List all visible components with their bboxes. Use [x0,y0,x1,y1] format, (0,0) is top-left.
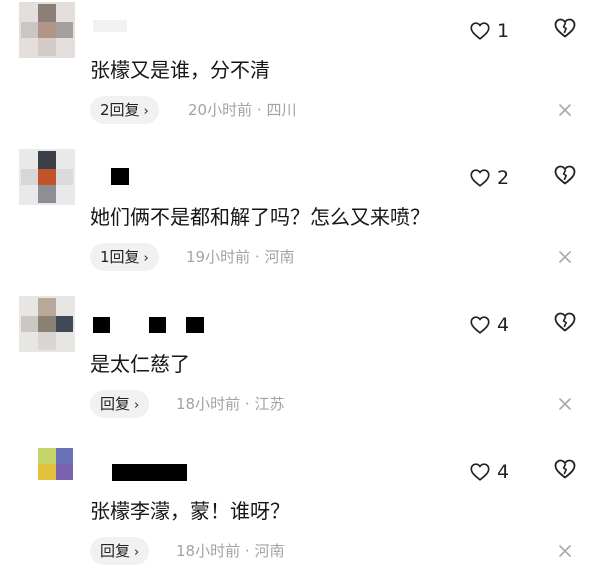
comment-item: 张檬李濛，蒙！谁呀？ 回复 › 18小时前 · 河南 4 [0,441,600,587]
like-button[interactable]: 4 [469,312,509,338]
reply-button[interactable]: 回复 › [90,537,150,565]
reply-button[interactable]: 1回复 › [90,243,159,271]
heart-outline-icon [470,169,490,187]
heart-outline-icon [470,463,490,481]
broken-heart-icon[interactable] [553,16,577,40]
comment-time: 20小时前 [188,101,253,119]
like-count: 1 [497,20,510,42]
chevron-right-icon: › [134,545,140,560]
username[interactable] [93,164,233,186]
reply-button[interactable]: 2回复 › [90,96,159,124]
like-count: 2 [497,167,510,189]
comment-time: 19小时前 [186,248,251,266]
like-button[interactable]: 2 [469,165,509,191]
avatar[interactable] [19,296,75,352]
comment-location: 河南 [264,248,295,266]
like-button[interactable]: 4 [469,459,509,485]
chevron-right-icon: › [134,398,140,413]
heart-outline-icon [470,316,490,334]
close-icon[interactable] [555,394,575,414]
comment-text: 是太仁慈了 [90,352,190,376]
avatar[interactable] [19,443,75,499]
like-count: 4 [497,314,510,336]
comment-time: 18小时前 [176,395,241,413]
broken-heart-icon[interactable] [553,457,577,481]
comment-meta: 18小时前 · 河南 [176,542,285,560]
username[interactable] [93,311,233,333]
close-icon[interactable] [555,541,575,561]
username[interactable] [93,17,233,39]
comment-meta: 18小时前 · 江苏 [176,395,285,413]
comment-item: 她们俩不是都和解了吗？怎么又来喷？ 1回复 › 19小时前 · 河南 2 [0,147,600,293]
comment-meta: 19小时前 · 河南 [186,248,295,266]
reply-button[interactable]: 回复 › [90,390,150,418]
comment-meta: 20小时前 · 四川 [188,101,297,119]
like-button[interactable]: 1 [469,18,509,44]
comment-text: 张檬李濛，蒙！谁呀？ [90,499,290,523]
comment-text: 她们俩不是都和解了吗？怎么又来喷？ [90,205,430,229]
comment-item: 张檬又是谁，分不清 2回复 › 20小时前 · 四川 1 [0,0,600,146]
avatar[interactable] [19,2,75,58]
username[interactable] [93,458,233,481]
avatar[interactable] [19,149,75,205]
comment-location: 四川 [266,101,297,119]
broken-heart-icon[interactable] [553,163,577,187]
close-icon[interactable] [555,100,575,120]
comment-item: 是太仁慈了 回复 › 18小时前 · 江苏 4 [0,294,600,440]
comment-text: 张檬又是谁，分不清 [90,58,270,82]
like-count: 4 [497,461,510,483]
heart-outline-icon [470,22,490,40]
broken-heart-icon[interactable] [553,310,577,334]
chevron-right-icon: › [143,251,149,266]
close-icon[interactable] [555,247,575,267]
chevron-right-icon: › [143,104,149,119]
comment-location: 江苏 [254,395,285,413]
comment-time: 18小时前 [176,542,241,560]
comment-location: 河南 [254,542,285,560]
